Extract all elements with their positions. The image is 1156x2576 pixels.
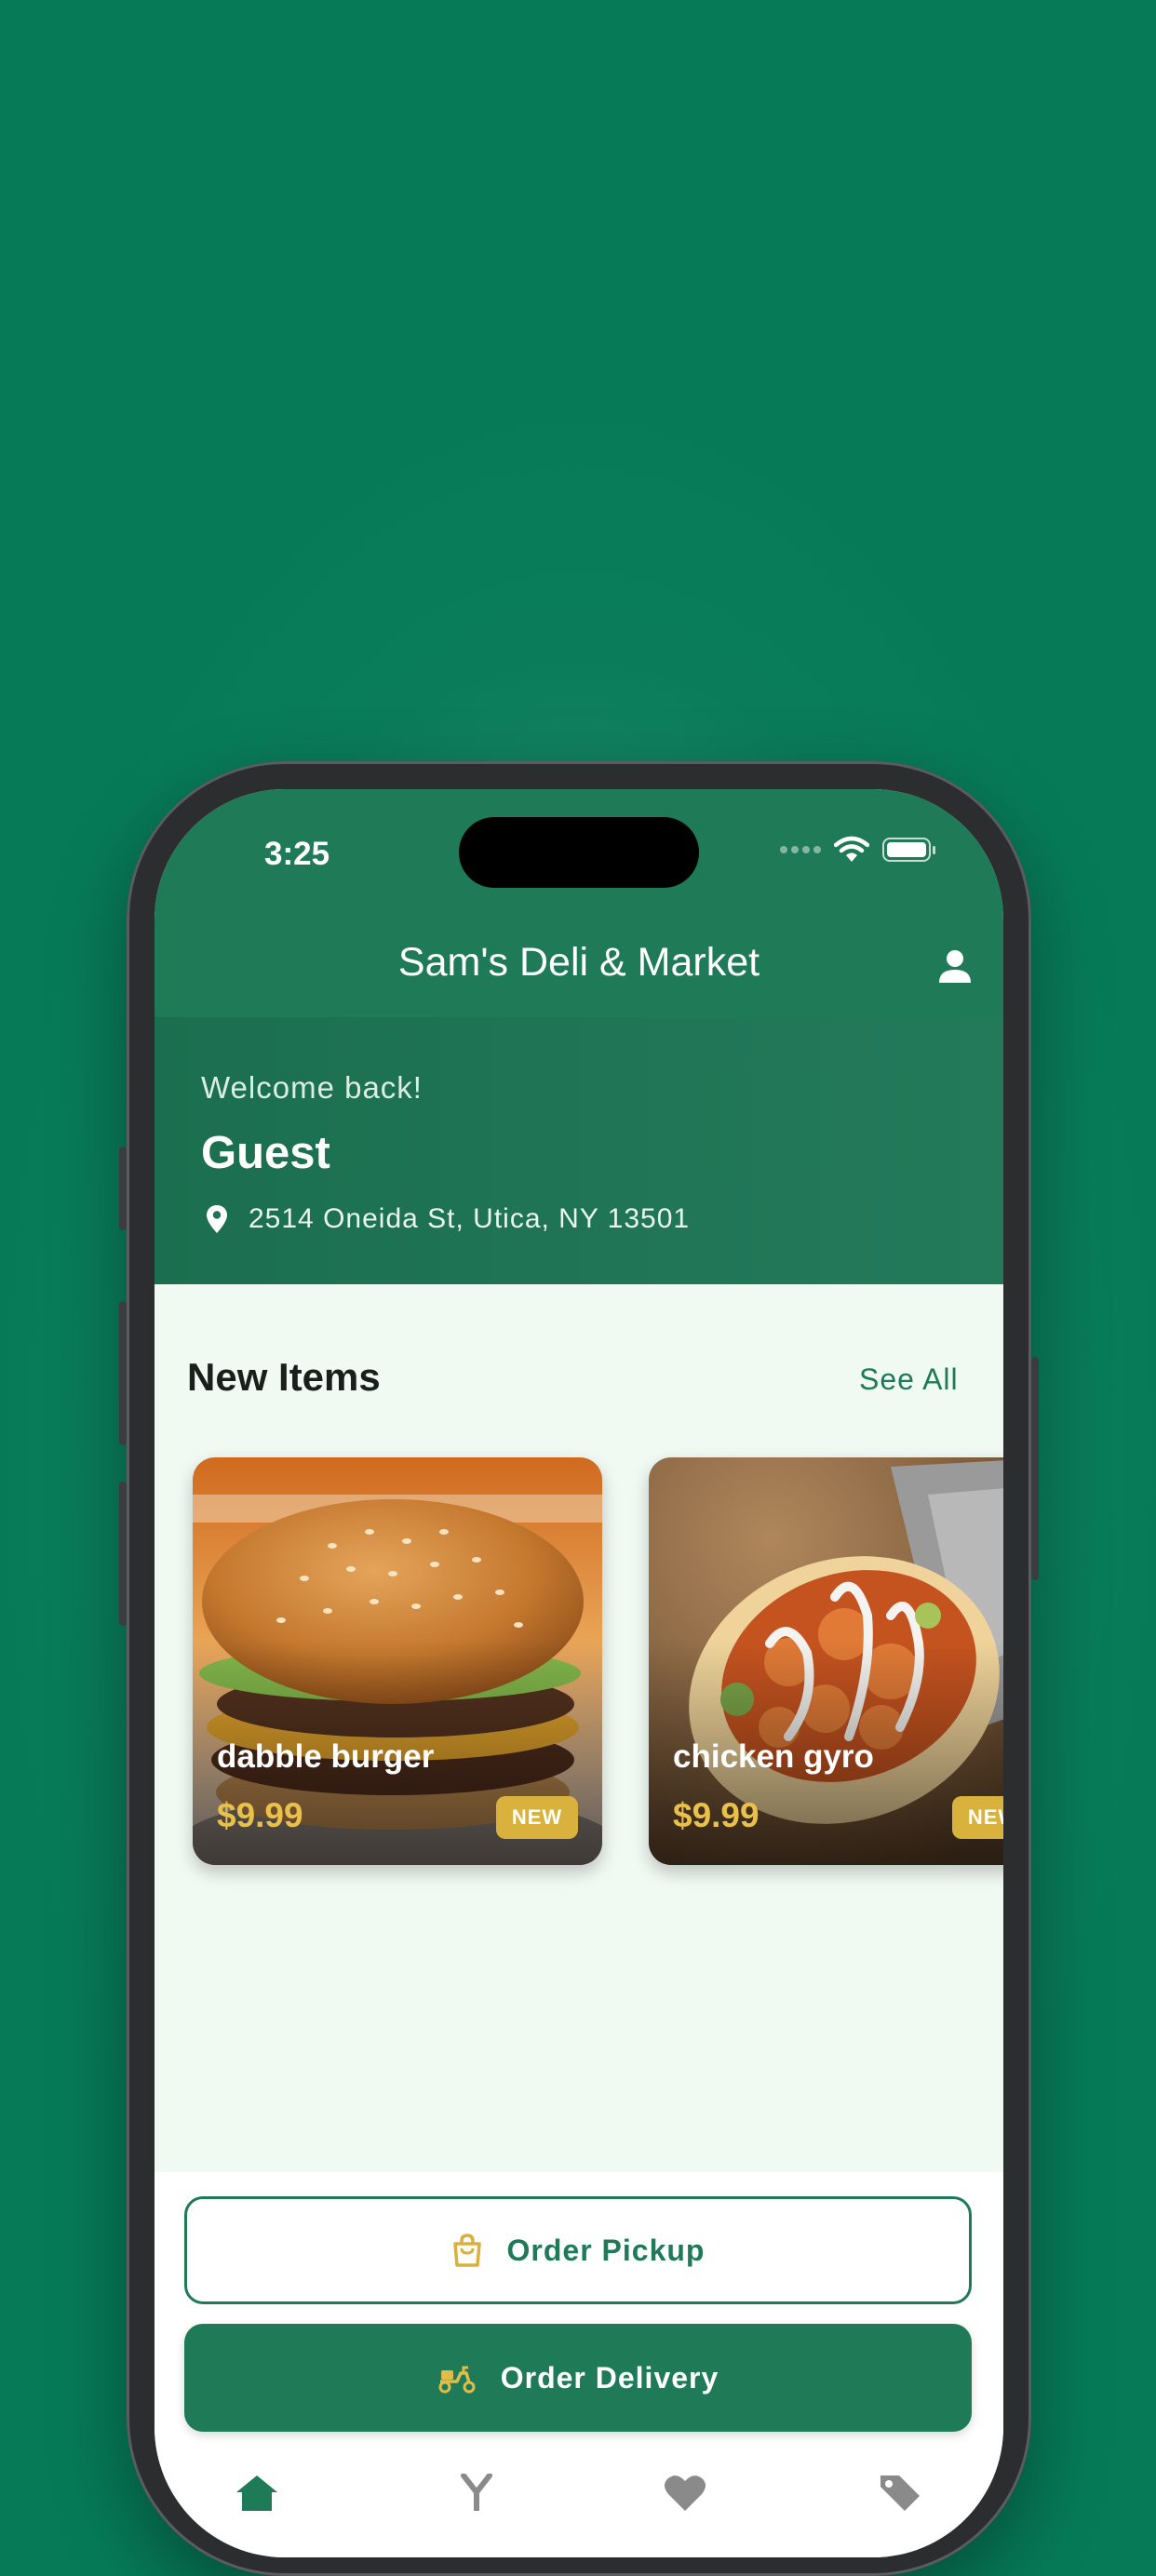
welcome-greeting: Welcome back! <box>201 1070 423 1105</box>
phone-action-button <box>119 1147 127 1230</box>
item-price: $9.99 <box>673 1796 759 1834</box>
map-pin-icon <box>207 1205 227 1233</box>
order-pickup-label: Order Pickup <box>506 2233 706 2267</box>
store-location[interactable]: 2514 Oneida St, Utica, NY 13501 <box>206 1203 690 1235</box>
heart-icon[interactable] <box>663 2474 707 2511</box>
order-pickup-button[interactable]: Order Pickup <box>184 2196 972 2304</box>
wifi-icon <box>834 836 869 862</box>
order-delivery-button[interactable]: Order Delivery <box>184 2324 972 2432</box>
welcome-panel: Welcome back! Guest 2514 Oneida St, Utic… <box>155 1017 1003 1284</box>
item-card-dabble-burger[interactable]: dabble burger $9.99 NEW <box>193 1457 602 1865</box>
phone-volume-up-button <box>119 1301 127 1445</box>
item-price: $9.99 <box>217 1796 303 1834</box>
phone-power-button <box>1031 1357 1039 1580</box>
cellular-signal-icon <box>780 846 821 853</box>
section-title-new-items: New Items <box>187 1355 381 1399</box>
scooter-icon <box>438 2366 476 2394</box>
battery-icon <box>882 838 935 862</box>
app-title: Sam's Deli & Market <box>397 940 760 985</box>
user-name: Guest <box>201 1128 330 1178</box>
order-delivery-label: Order Delivery <box>500 2360 719 2395</box>
phone-volume-down-button <box>119 1482 127 1626</box>
person-icon[interactable] <box>936 947 974 985</box>
item-card-chicken-gyro[interactable]: chicken gyro $9.99 NEW <box>649 1457 1003 1865</box>
dynamic-island <box>459 817 699 888</box>
shopping-bag-icon <box>452 2234 481 2267</box>
item-name: dabble burger <box>217 1738 435 1775</box>
app-header: 3:25 Sam's Deli & Market <box>155 789 1003 1017</box>
tag-icon[interactable] <box>877 2474 921 2511</box>
new-badge: NEW <box>496 1796 578 1839</box>
status-time: 3:25 <box>264 836 330 872</box>
item-name: chicken gyro <box>673 1738 874 1775</box>
new-badge: NEW <box>952 1796 1003 1839</box>
store-address: 2514 Oneida St, Utica, NY 13501 <box>249 1203 691 1234</box>
home-icon[interactable] <box>235 2474 279 2511</box>
utensils-icon[interactable] <box>454 2474 499 2511</box>
phone-screen: 3:25 Sam's Deli & Market Welcome back! G… <box>155 789 1003 2557</box>
see-all-link[interactable]: See All <box>859 1362 959 1397</box>
status-icons <box>780 836 935 864</box>
